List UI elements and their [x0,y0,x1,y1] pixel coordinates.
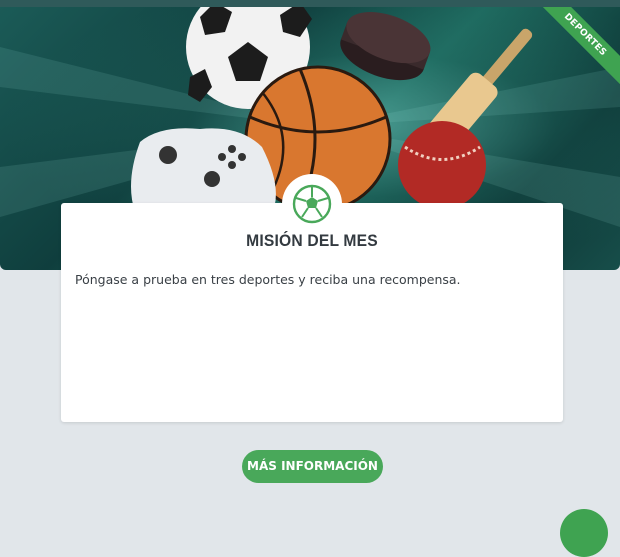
card-description: Póngase a prueba en tres deportes y reci… [75,272,461,287]
more-info-button[interactable]: MÁS INFORMACIÓN [242,450,383,483]
soccer-ball-icon [292,184,332,224]
mission-card: MISIÓN DEL MES Póngase a prueba en tres … [61,203,563,422]
cricket-ball [398,121,486,209]
card-icon-badge [282,174,342,234]
floating-action-button[interactable] [560,509,608,557]
top-strip [0,0,620,7]
card-title: MISIÓN DEL MES [246,231,378,250]
